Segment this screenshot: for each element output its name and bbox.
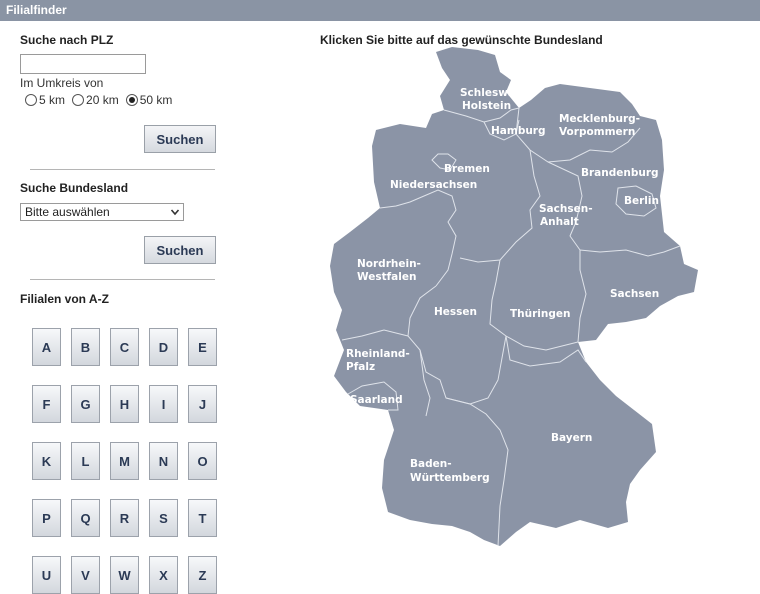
germany-map: Schleswig- Holstein Hamburg Mecklenburg-… — [330, 47, 698, 547]
map-label-rheinland-pfalz-2[interactable]: Pfalz — [346, 361, 375, 373]
map-label-baden-wuerttemberg-2[interactable]: Württemberg — [410, 472, 490, 484]
map-label-sachsen[interactable]: Sachsen — [610, 288, 659, 300]
map-label-thueringen[interactable]: Thüringen — [510, 308, 570, 320]
map-label-sachsen-anhalt-2[interactable]: Anhalt — [540, 216, 579, 228]
map-label-bayern[interactable]: Bayern — [551, 432, 592, 444]
map-label-bremen[interactable]: Bremen — [444, 163, 490, 175]
map-label-saarland[interactable]: Saarland — [350, 394, 403, 406]
map-label-hessen[interactable]: Hessen — [434, 306, 477, 318]
map-label-mecklenburg-2[interactable]: Vorpommern — [559, 126, 635, 138]
map-label-nrw-1[interactable]: Nordrhein- — [357, 258, 421, 270]
map-label-nrw-2[interactable]: Westfalen — [357, 271, 416, 283]
map-label-schleswig-holstein-1[interactable]: Schleswig- — [460, 87, 523, 99]
map-label-baden-wuerttemberg-1[interactable]: Baden- — [410, 458, 452, 470]
map-label-mecklenburg-1[interactable]: Mecklenburg- — [559, 113, 640, 125]
map-label-sachsen-anhalt-1[interactable]: Sachsen- — [539, 203, 593, 215]
map-label-hamburg[interactable]: Hamburg — [491, 125, 546, 137]
map-label-rheinland-pfalz-1[interactable]: Rheinland- — [346, 348, 410, 360]
map-label-brandenburg[interactable]: Brandenburg — [581, 167, 659, 179]
map-label-schleswig-holstein-2[interactable]: Holstein — [462, 100, 511, 112]
map-label-berlin[interactable]: Berlin — [624, 195, 659, 207]
map-label-niedersachsen[interactable]: Niedersachsen — [390, 179, 477, 191]
